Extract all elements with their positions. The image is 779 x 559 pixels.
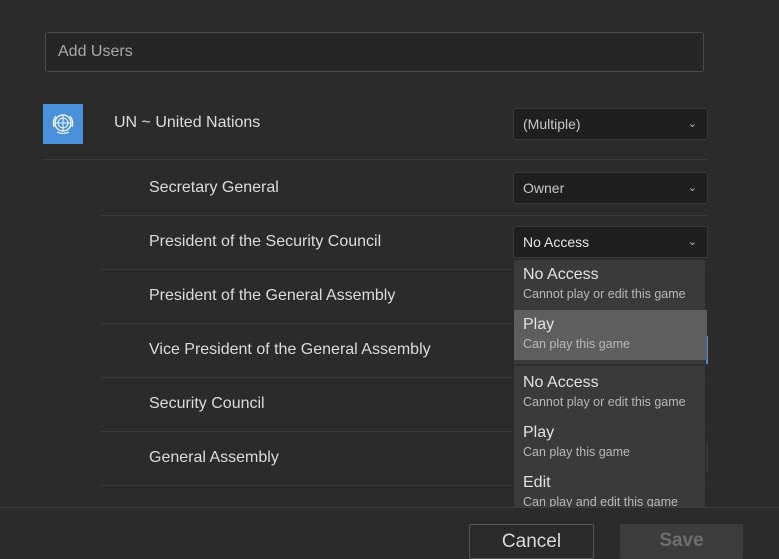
- org-row: UN ~ United Nations (Multiple) ⌄: [43, 100, 708, 160]
- option-title: No Access: [523, 266, 599, 283]
- option-no-access[interactable]: No Access Cannot play or edit this game: [514, 260, 707, 310]
- chevron-down-icon: ⌄: [687, 118, 697, 130]
- chevron-down-icon: ⌄: [687, 182, 697, 194]
- role-label: Security Council: [149, 395, 265, 412]
- role-label: President of the General Assembly: [149, 287, 396, 304]
- add-users-input[interactable]: Add Users: [45, 32, 704, 72]
- chevron-down-icon: ⌄: [687, 236, 697, 248]
- option-play[interactable]: Play Can play this game: [514, 310, 707, 360]
- org-access-value: (Multiple): [523, 116, 581, 132]
- option-title: Play: [523, 424, 555, 441]
- dropdown-divider: [514, 364, 707, 366]
- option-subtitle: Cannot play or edit this game: [523, 395, 686, 409]
- cancel-button[interactable]: Cancel: [469, 524, 594, 559]
- option-subtitle: Can play this game: [523, 337, 631, 351]
- org-access-select[interactable]: (Multiple) ⌄: [513, 108, 708, 140]
- role-label: Vice President of the General Assembly: [149, 341, 431, 358]
- role-access-select[interactable]: No Access ⌄: [513, 226, 708, 258]
- option-subtitle: Cannot play or edit this game: [523, 287, 686, 301]
- option-title: No Access: [523, 374, 599, 391]
- option-subtitle: Can play this game: [523, 445, 631, 459]
- access-dropdown-menu: No Access Cannot play or edit this game …: [513, 259, 707, 517]
- role-access-select[interactable]: Owner ⌄: [513, 172, 708, 204]
- option-title: Edit: [523, 474, 551, 491]
- option-title: Play: [523, 316, 555, 333]
- role-label: General Assembly: [149, 449, 279, 466]
- role-access-value: No Access: [523, 234, 590, 250]
- option-no-access[interactable]: No Access Cannot play or edit this game: [514, 368, 707, 418]
- role-access-value: Owner: [523, 180, 565, 196]
- un-emblem-icon: [43, 104, 83, 144]
- option-play[interactable]: Play Can play this game: [514, 418, 707, 468]
- dialog-footer: Cancel Save: [0, 507, 779, 559]
- role-label: President of the Security Council: [149, 233, 382, 250]
- org-name: UN ~ United Nations: [114, 114, 261, 131]
- role-label: Secretary General: [149, 179, 279, 196]
- role-row: Secretary General Owner ⌄: [100, 162, 708, 216]
- save-button[interactable]: Save: [620, 524, 743, 559]
